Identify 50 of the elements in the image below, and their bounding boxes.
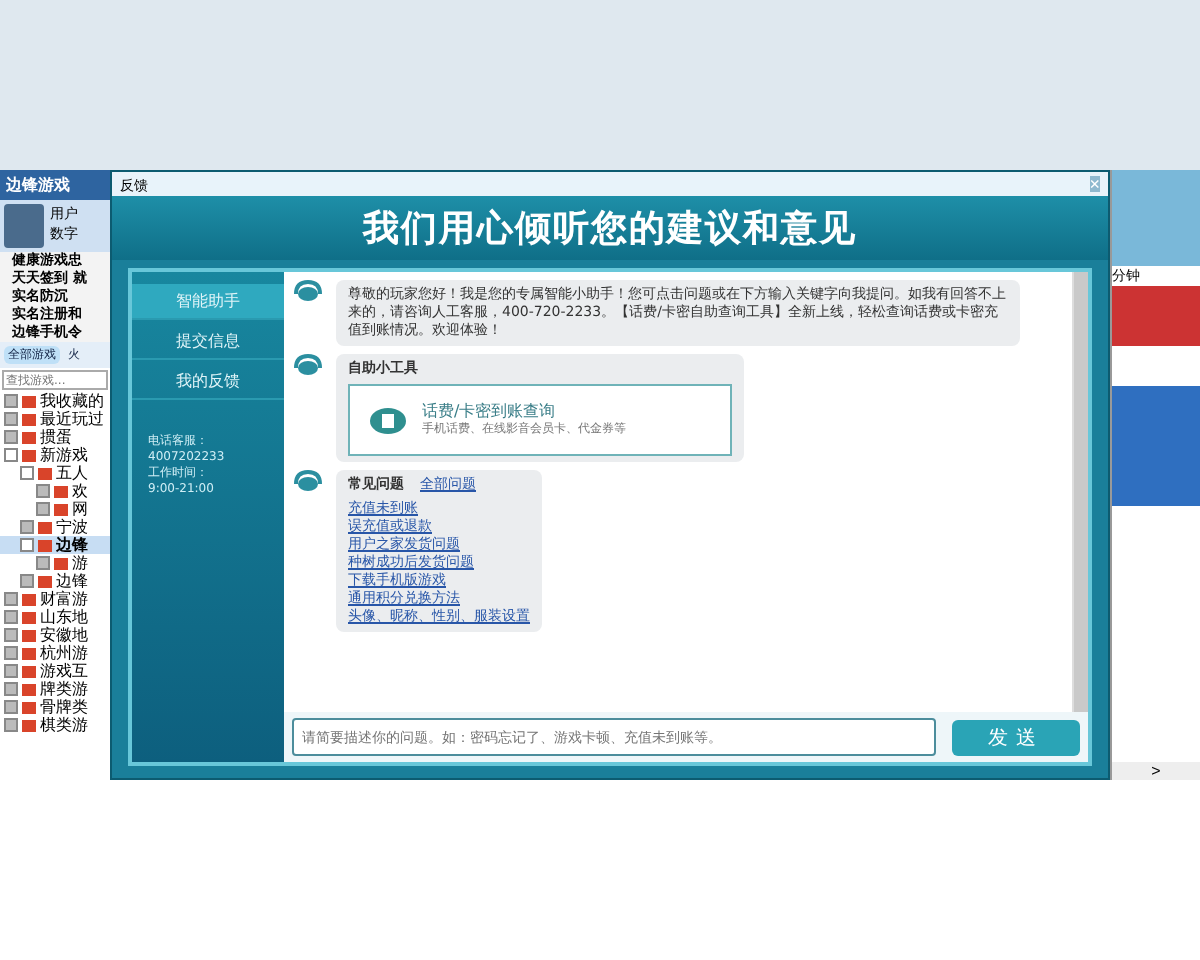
tree-item[interactable]: 游戏互 [0,662,110,680]
tree-item[interactable]: 边锋 [0,536,110,554]
tool-name: 话费/卡密到账查询 [422,402,558,420]
tree-item[interactable]: 边锋 [0,572,110,590]
expand-icon[interactable] [20,574,34,588]
tree-item[interactable]: 牌类游 [0,680,110,698]
tree-item[interactable]: 我收藏的 [0,392,110,410]
expand-icon[interactable] [4,664,18,678]
expand-icon[interactable] [4,592,18,606]
tree-item[interactable]: 棋类游 [0,716,110,734]
tree-item[interactable]: 游 [0,554,110,572]
expand-icon[interactable] [4,412,18,426]
tree-item[interactable]: 财富游 [0,590,110,608]
yen-card-icon [370,407,406,433]
expand-icon[interactable] [4,646,18,660]
expand-icon[interactable] [20,520,34,534]
tree-item[interactable]: 新游戏 [0,446,110,464]
scrollbar[interactable] [1072,272,1088,712]
tree-item[interactable]: 欢 [0,482,110,500]
headset-icon [292,280,324,302]
banner-title: 我们用心倾听您的建议和意见 [112,196,1108,260]
ad-placeholder [1112,386,1200,506]
headset-icon [292,354,324,376]
expand-icon[interactable] [4,718,18,732]
next-button[interactable]: > [1112,762,1200,780]
avatar-placeholder [4,204,44,248]
tree-item[interactable]: 网 [0,500,110,518]
expand-icon[interactable] [36,502,50,516]
tree-item[interactable]: 安徽地 [0,626,110,644]
tree-item[interactable]: 最近玩过 [0,410,110,428]
expand-icon[interactable] [4,628,18,642]
collapse-icon[interactable] [4,448,18,462]
expand-icon[interactable] [4,430,18,444]
expand-icon[interactable] [4,394,18,408]
collapse-icon[interactable] [20,466,34,480]
collapse-icon[interactable] [20,538,34,552]
tree-item[interactable]: 骨牌类 [0,698,110,716]
app-title: 边锋游戏 [0,170,110,200]
expand-icon[interactable] [4,682,18,696]
tree-item[interactable]: 杭州游 [0,644,110,662]
headset-icon [292,470,324,492]
tree-item[interactable]: 宁波 [0,518,110,536]
banner-placeholder [1112,286,1200,346]
expand-icon[interactable] [36,484,50,498]
expand-icon[interactable] [4,700,18,714]
tree-item[interactable]: 山东地 [0,608,110,626]
tree-item[interactable]: 五人 [0,464,110,482]
expand-icon[interactable] [36,556,50,570]
expand-icon[interactable] [4,610,18,624]
tree-item[interactable]: 掼蛋 [0,428,110,446]
